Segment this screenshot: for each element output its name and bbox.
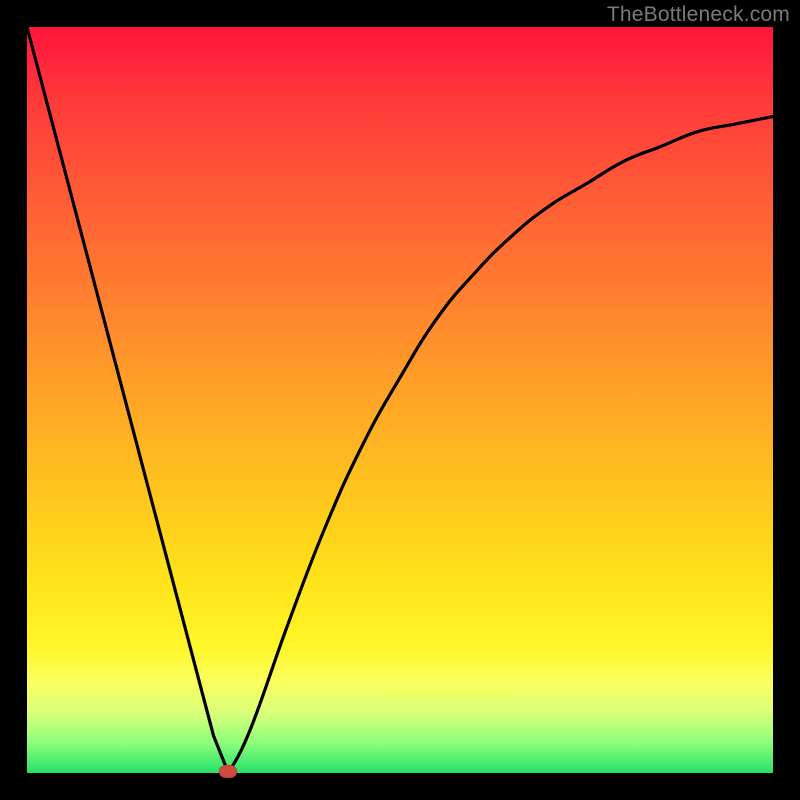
plot-area [27, 27, 773, 773]
bottleneck-curve [27, 27, 773, 773]
minimum-marker-dot [219, 765, 237, 778]
chart-stage: TheBottleneck.com [0, 0, 800, 800]
curve-layer [27, 27, 773, 773]
watermark-text: TheBottleneck.com [607, 3, 790, 27]
